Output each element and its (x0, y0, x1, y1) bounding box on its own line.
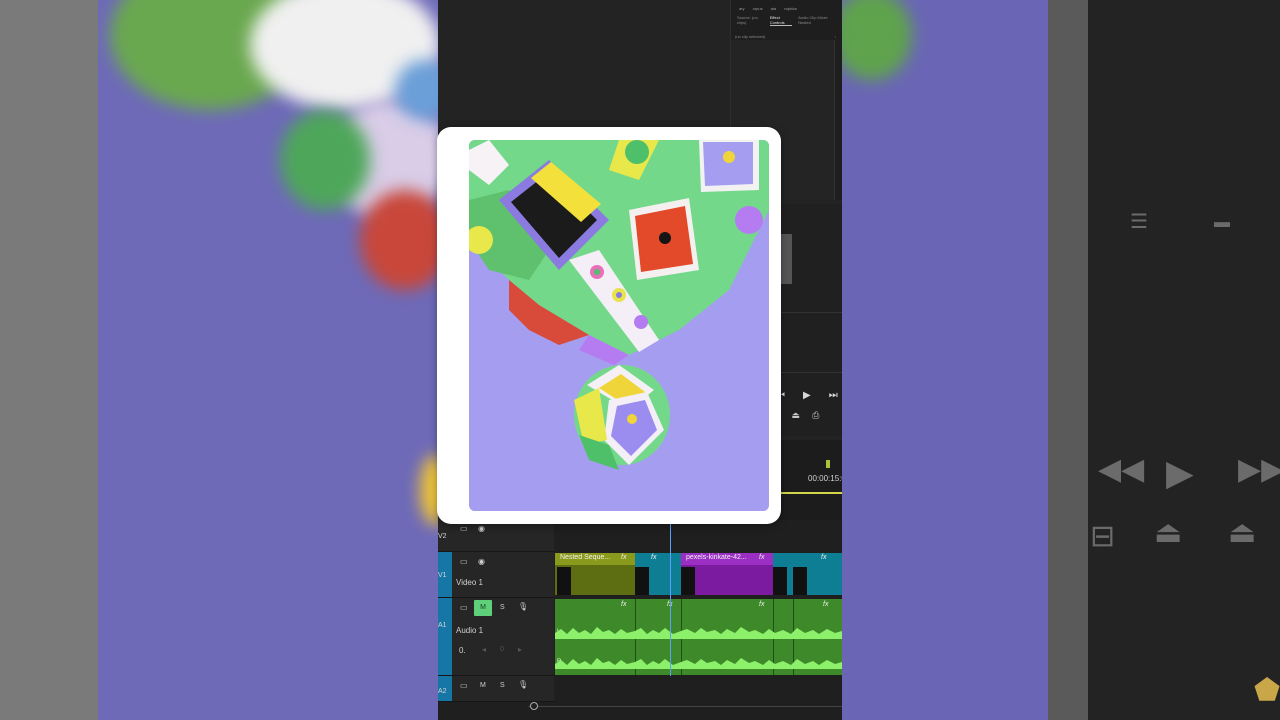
solo-button[interactable]: S (500, 604, 505, 611)
fx-badge: fx (821, 554, 827, 561)
tab-source[interactable]: Source: (no clips) (737, 15, 764, 26)
ghost-marker-icon: ⬟ (1254, 674, 1280, 707)
track-header-v1: V1 ▭ ◉ Video 1 (438, 552, 554, 598)
panel-tabs: ary orpus ata raphics (731, 0, 842, 11)
blur-blob (280, 110, 370, 210)
video-frame: ☰ ▬ ◀◀ ▶ ▶▶ ⊟ ⏏ ⏏ ⬟ ary orpus ata raphic… (0, 0, 1280, 720)
fx-badge: fx (823, 601, 829, 608)
clip-thumbnail (557, 567, 571, 595)
track-id: A1 (438, 622, 447, 629)
lift-icon[interactable]: ⏏ (792, 410, 801, 421)
timeline-scrollbar[interactable] (528, 706, 842, 707)
keyframe-next-icon[interactable]: ▸ (518, 646, 522, 654)
ghost-step-back-icon: ◀◀ (1098, 453, 1145, 486)
timeline-panel: V2 ▭ ◉ V1 ▭ ◉ Video 1 A1 ▭ M S 🎙 Audio 1 (438, 520, 842, 720)
clip-thumbnail (793, 567, 807, 595)
ghost-list-icon: ☰ (1130, 211, 1148, 233)
ghost-play-icon: ▶ (1166, 452, 1194, 493)
fx-badge: fx (621, 601, 627, 608)
chevron-right-icon[interactable]: › (835, 34, 836, 39)
tab-audio-mixer[interactable]: Audio Clip Mixer: Nested (798, 15, 836, 26)
ghost-lift-icon: ⏏ (1154, 516, 1183, 549)
clip-label: pexels-kinkate-42... (686, 554, 747, 561)
eye-icon[interactable]: ◉ (478, 558, 485, 566)
waveform-left (555, 627, 842, 639)
export-frame-icon[interactable]: ⎙ (812, 410, 819, 421)
clip-teal-2[interactable]: fx (773, 553, 842, 595)
preview-artwork (469, 140, 769, 511)
volume-zero: 0 (500, 646, 504, 653)
audio-clip-a1[interactable]: fx fx fx fx L R (555, 599, 842, 675)
clip-thumbnail (635, 567, 649, 595)
track-id: A2 (438, 688, 447, 695)
fx-badge: fx (759, 554, 765, 561)
overlay-card (437, 127, 781, 524)
waveform-right (555, 658, 842, 669)
track-header-a1: A1 ▭ M S 🎙 Audio 1 0. ◂ 0 ▸ (438, 598, 554, 676)
monitor-preview (780, 234, 792, 284)
track-name[interactable]: Video 1 (456, 578, 483, 587)
tab-corpus[interactable]: orpus (753, 6, 763, 11)
clip-nested-sequence[interactable]: Nested Seque... fx (555, 553, 635, 595)
microphone-icon[interactable]: 🎙 (518, 681, 528, 689)
eye-icon[interactable]: ◉ (478, 525, 485, 533)
background-editor-ghost: ☰ ▬ ◀◀ ▶ ▶▶ ⊟ ⏏ ⏏ ⬟ (1088, 0, 1280, 720)
panel-sub-tabs: Source: (no clips) Effect Controls Audio… (731, 11, 842, 26)
ghost-folder-icon: ▬ (1214, 214, 1230, 231)
track-id: V2 (438, 533, 447, 540)
transport-controls: ⏮ ▶ ⏭ (776, 390, 838, 401)
marker-icon (826, 460, 830, 468)
camera-icon[interactable]: ▭ (460, 558, 468, 566)
no-clip-label: (no clip selected) (735, 34, 766, 39)
camera-icon[interactable]: ▭ (460, 525, 468, 533)
ghost-step-forward-icon: ▶▶ (1238, 453, 1280, 486)
tab-library[interactable]: ary (739, 6, 745, 11)
tab-graphics[interactable]: raphics (784, 6, 797, 11)
puffy-cube-illustration (469, 140, 769, 511)
clip-thumbnail (773, 567, 787, 595)
track-id: V1 (438, 572, 447, 579)
fx-badge: fx (759, 601, 765, 608)
no-clip-row: (no clip selected) › (735, 34, 836, 39)
mute-button[interactable]: M (474, 600, 492, 616)
blur-blob (842, 0, 912, 80)
camera-icon[interactable]: ▭ (460, 682, 468, 690)
blurred-background-left (0, 0, 438, 720)
background-gray-band (0, 0, 98, 720)
tab-data[interactable]: ata (771, 6, 777, 11)
play-icon[interactable]: ▶ (803, 390, 811, 401)
step-forward-icon[interactable]: ⏭ (829, 390, 838, 401)
track-name[interactable]: Audio 1 (456, 626, 483, 635)
clip-label: Nested Seque... (560, 554, 611, 561)
fx-badge: fx (621, 554, 627, 561)
track-header-a2: A2 ▭ M S 🎙 (438, 676, 554, 702)
solo-button[interactable]: S (500, 682, 505, 689)
timecode[interactable]: 00:00:15:0 (808, 474, 842, 483)
clip-pexels[interactable]: pexels-kinkate-42... fx (681, 553, 773, 595)
ghost-export-icon: ⏏ (1228, 516, 1257, 549)
scrollbar-handle[interactable] (530, 702, 538, 710)
playhead[interactable] (670, 520, 671, 676)
camera-icon[interactable]: ▭ (460, 604, 468, 612)
tab-effect-controls[interactable]: Effect Controls (769, 15, 793, 26)
track-header-v2: V2 ▭ ◉ (438, 520, 554, 552)
clip-teal[interactable]: fx (635, 553, 681, 595)
ghost-insert-icon: ⊟ (1090, 520, 1116, 553)
clip-thumbnail (681, 567, 695, 595)
track-target-strip[interactable] (438, 598, 452, 675)
fx-badge: fx (651, 554, 657, 561)
microphone-icon[interactable]: 🎙 (518, 603, 528, 611)
mute-button[interactable]: M (480, 682, 486, 689)
background-gray-band (1048, 0, 1088, 720)
blurred-background-right: ☰ ▬ ◀◀ ▶ ▶▶ ⊟ ⏏ ⏏ ⬟ (842, 0, 1280, 720)
blur-blob (420, 455, 438, 525)
blur-blob (360, 190, 438, 290)
keyframe-prev-icon[interactable]: ◂ (482, 646, 486, 654)
volume-value[interactable]: 0. (459, 646, 466, 655)
